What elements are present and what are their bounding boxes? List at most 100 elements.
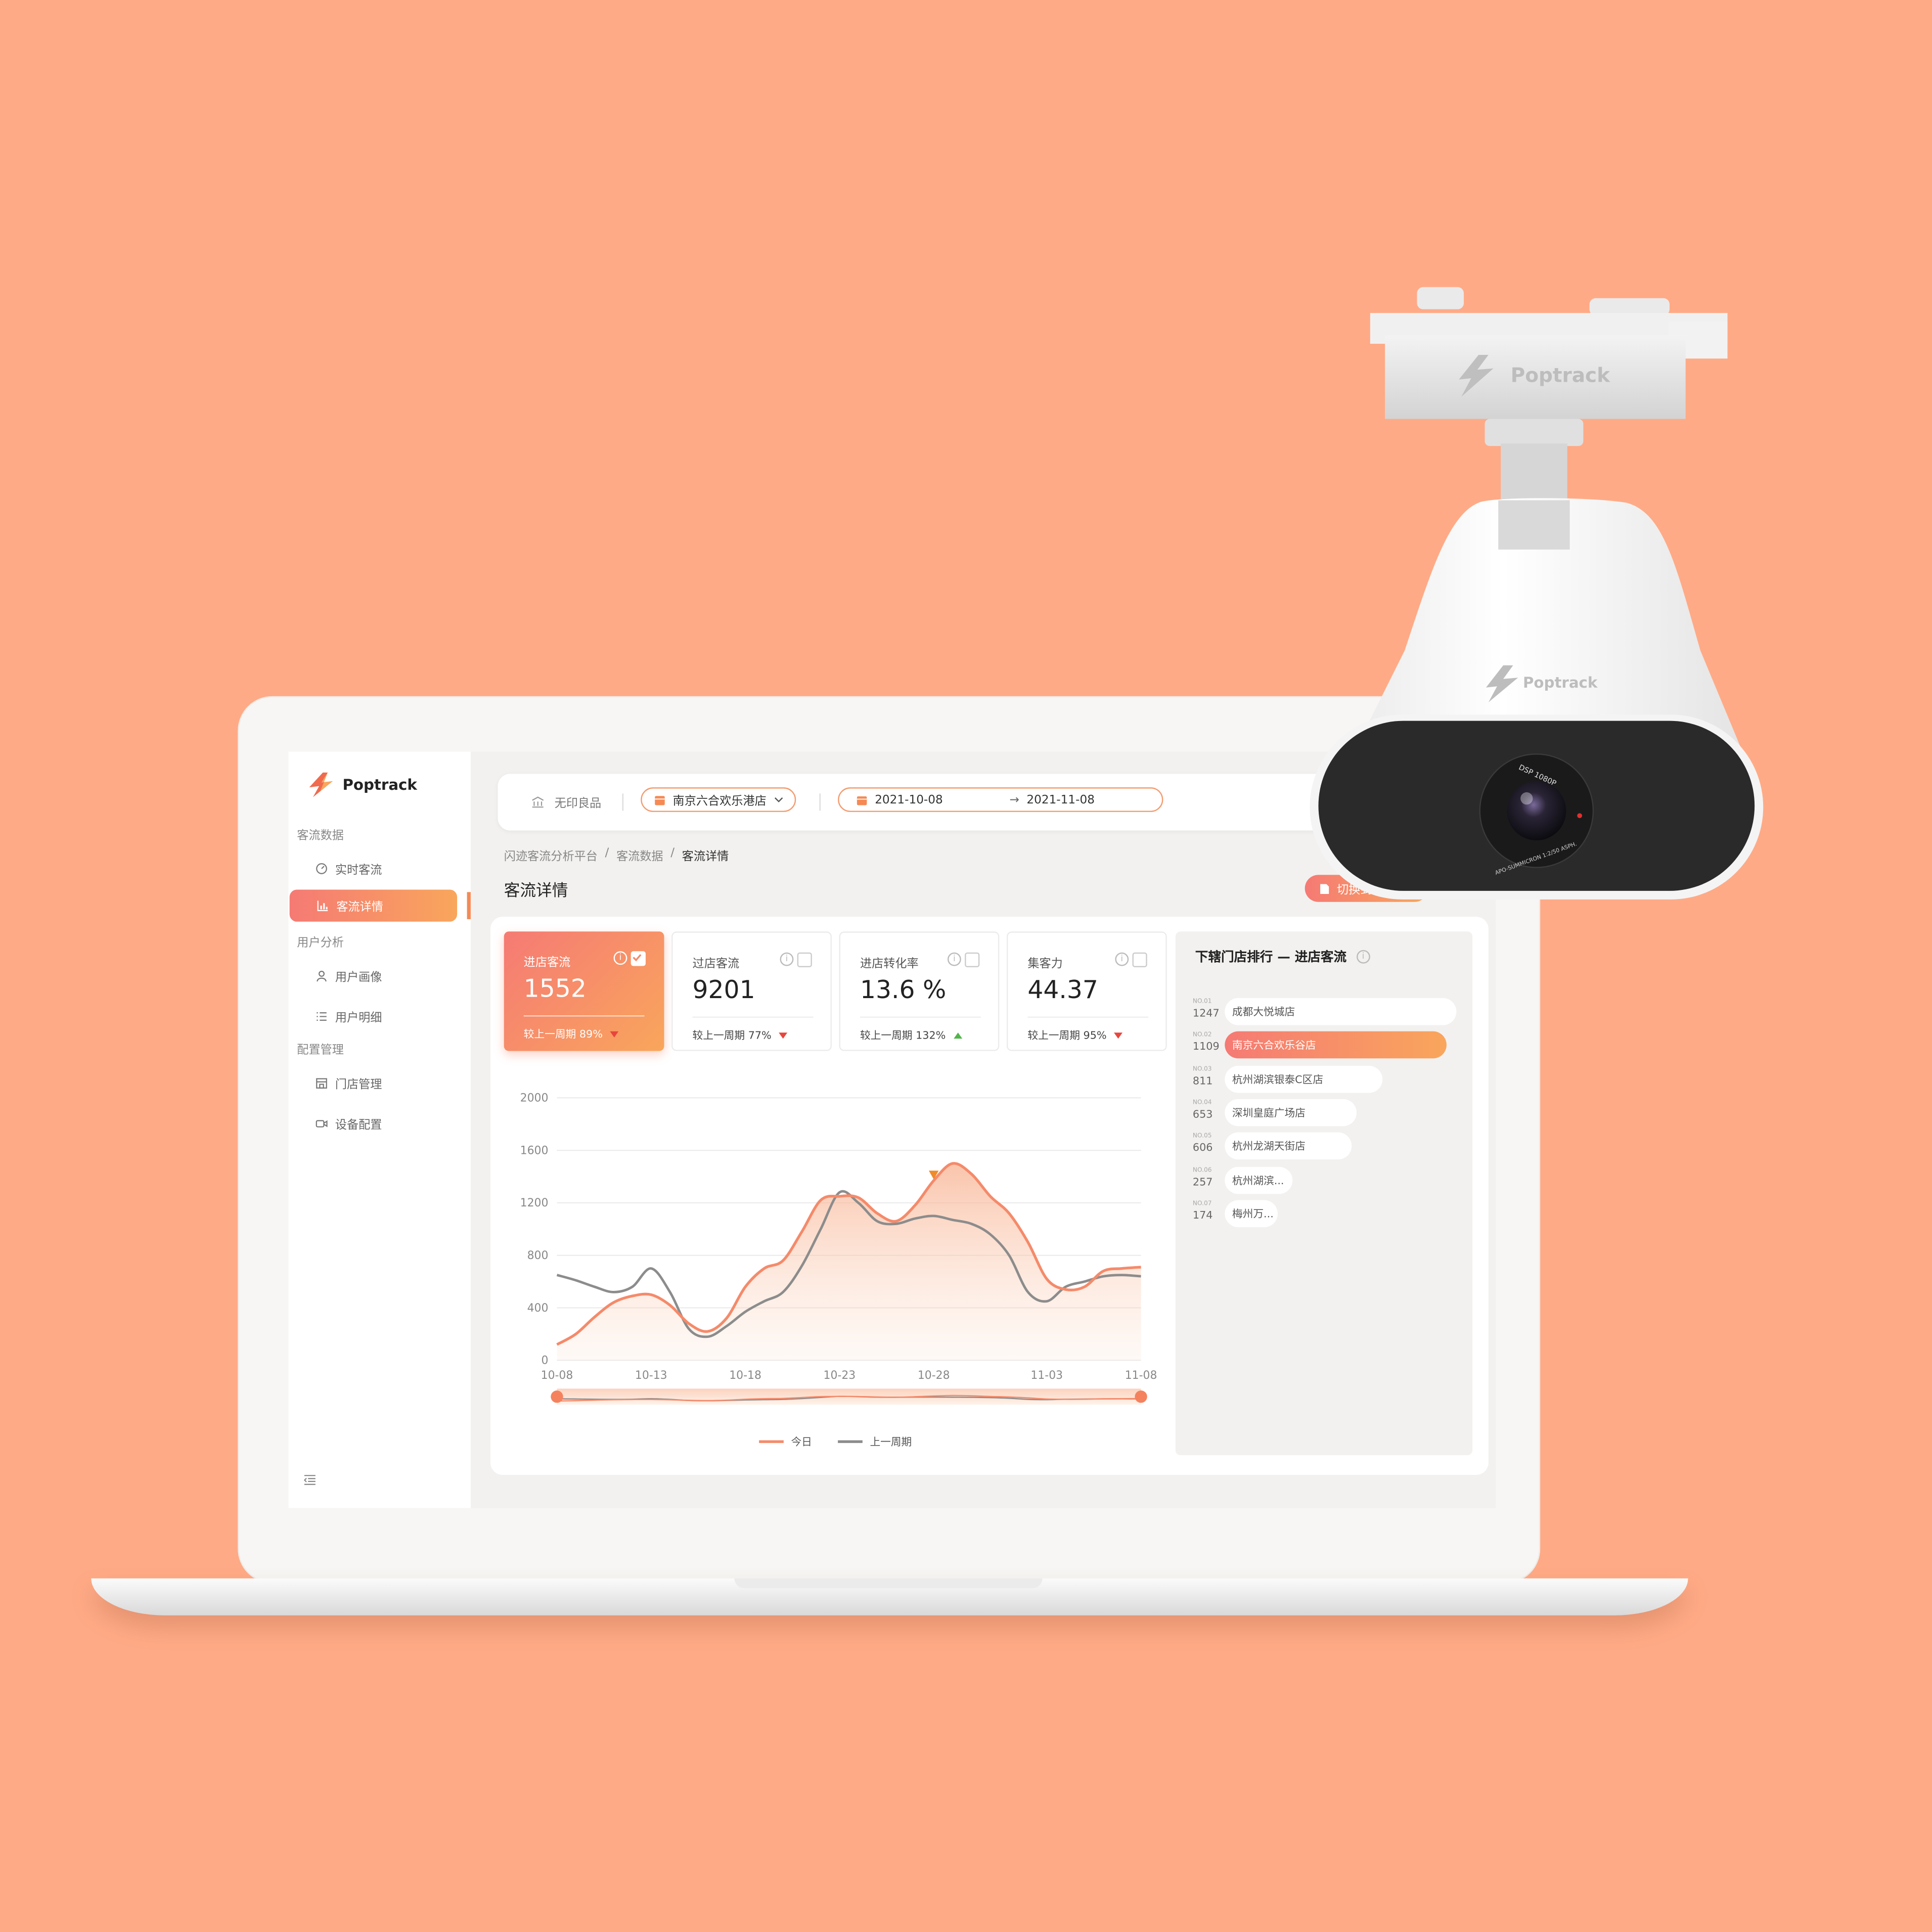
ranking-row[interactable]: NO.06 257 杭州湖滨... [1193,1166,1458,1194]
x-tick-label: 10-13 [635,1369,667,1382]
divider [523,1015,645,1017]
compare-text: 较上一周期 132% [860,1030,946,1043]
breadcrumb-separator: / [670,846,675,860]
laptop-notch [734,1578,1043,1589]
bar-chart-icon [317,901,328,911]
rank-number: NO.06 [1192,1166,1212,1174]
content-panel: 进店客流 i 1552 较上一周期 89% 过店客流 i 9201 较上一周期 … [490,917,1489,1475]
store-icon [316,1078,327,1089]
divider [692,1016,814,1018]
compare-text: 较上一周期 77% [692,1030,772,1043]
x-tick-label: 10-23 [824,1369,856,1382]
mount-knob [1589,298,1670,316]
sidebar-item-traffic-detail[interactable]: 客流详情 [289,889,458,922]
camera-icon [316,1120,328,1128]
user-icon [317,970,327,982]
body-brand-text: Poptrack [1523,674,1598,691]
zoom-handle-left[interactable] [551,1390,563,1403]
sidebar-item-user-profile[interactable]: 用户画像 [316,967,382,984]
ranking-row[interactable]: NO.01 1247 成都大悦城店 [1193,998,1458,1025]
card-title: 集客力 [1027,957,1063,971]
card-compare: 较上一周期 89% [524,1026,619,1041]
logo-text: Poptrack [342,776,417,794]
calendar-icon [857,795,867,805]
product-mockup: Poptrack 客流数据 实时客流 客流详情 用户分析 用户画像 用户明细 配… [0,0,1932,1932]
y-tick-label: 2000 [520,1092,549,1105]
date-end[interactable]: 2021-11-08 [1026,793,1095,806]
zoom-handle-right[interactable] [1135,1390,1147,1403]
sidebar-item-device-config[interactable]: 设备配置 [316,1115,382,1133]
rank-number: NO.04 [1192,1099,1212,1107]
mount-knob [1417,287,1464,309]
store-selector[interactable]: 南京六合欢乐港店 [641,787,796,812]
active-indicator [467,892,471,919]
metric-card-passby[interactable]: 过店客流 i 9201 较上一周期 77% [671,931,832,1051]
checkbox[interactable] [1132,952,1147,967]
mount-brand-text: Poptrack [1511,364,1611,387]
metric-card-attraction[interactable]: 集客力 i 44.37 较上一周期 95% [1006,931,1167,1051]
rank-value: 653 [1192,1108,1213,1121]
page-title: 客流详情 [504,882,568,901]
trend-down-icon [779,1031,788,1039]
breadcrumb-item-platform[interactable]: 闪迹客流分析平台 [504,846,598,864]
rank-value: 1109 [1192,1041,1220,1054]
rank-store-bar: 南京六合欢乐谷店 [1225,1031,1448,1059]
menu-fold-button[interactable] [303,1474,317,1490]
ranking-title: 下辖门店排行 — 进店客流 i [1195,948,1370,966]
info-icon[interactable]: i [613,951,627,965]
rank-value: 257 [1192,1176,1213,1189]
card-compare: 较上一周期 77% [692,1027,788,1043]
sidebar: Poptrack 客流数据 实时客流 客流详情 用户分析 用户画像 用户明细 配… [288,751,471,1508]
app-logo[interactable]: Poptrack [305,771,417,798]
checkbox[interactable] [965,952,980,967]
info-icon[interactable]: i [1115,952,1129,966]
checkbox-checked[interactable] [631,951,646,966]
sidebar-item-label: 门店管理 [335,1078,382,1092]
rank-store-bar: 深圳皇庭广场店 [1225,1099,1357,1127]
metric-card-conversion[interactable]: 进店转化率 i 13.6 % 较上一周期 132% [839,931,1000,1051]
info-icon[interactable]: i [780,952,794,966]
card-title: 过店客流 [692,957,740,971]
ranking-row[interactable]: NO.05 606 杭州龙湖天街店 [1192,1132,1458,1160]
y-tick-label: 1200 [520,1197,549,1209]
store-ranking-panel: 下辖门店排行 — 进店客流 i NO.01 1247 成都大悦城店 NO.02 1109… [1175,931,1473,1455]
divider [1027,1016,1149,1018]
date-range-picker[interactable]: 2021-10-08 → 2021-11-08 [838,787,1163,812]
info-icon[interactable]: i [947,952,961,966]
sidebar-item-label: 客流详情 [336,901,383,915]
checkbox[interactable] [797,952,812,967]
sidebar-item-user-detail[interactable]: 用户明细 [316,1008,382,1025]
trend-down-icon [1114,1031,1123,1039]
sidebar-item-realtime[interactable]: 实时客流 [316,860,382,877]
brand-selector[interactable]: 无印良品 [531,793,601,811]
section-title-traffic: 客流数据 [297,829,344,843]
ranking-row[interactable]: NO.03 811 杭州湖滨银泰C区店 [1193,1065,1458,1093]
divider [860,1016,981,1018]
mount-arm [1498,500,1570,550]
breadcrumb: 闪迹客流分析平台 / 客流数据 / 客流详情 [504,846,729,864]
section-title-users: 用户分析 [297,936,344,950]
sidebar-item-label: 设备配置 [335,1118,382,1133]
card-compare: 较上一周期 95% [1027,1027,1123,1043]
card-value: 9201 [692,974,755,1005]
ranking-row[interactable]: NO.02 1109 南京六合欢乐谷店 [1193,1031,1458,1059]
card-value: 44.37 [1027,974,1098,1005]
sidebar-item-store-mgmt[interactable]: 门店管理 [316,1074,382,1092]
metric-card-entry[interactable]: 进店客流 i 1552 较上一周期 89% [504,931,664,1051]
info-icon[interactable]: i [1356,950,1370,964]
ranking-row[interactable]: NO.07 174 梅州万... [1193,1200,1458,1227]
breadcrumb-item-traffic[interactable]: 客流数据 [616,846,663,864]
ranking-row[interactable]: NO.04 653 深圳皇庭广场店 [1192,1099,1458,1127]
card-value: 13.6 % [860,974,947,1005]
rank-value: 606 [1192,1142,1213,1155]
compare-text: 较上一周期 95% [1027,1030,1107,1043]
rank-number: NO.03 [1192,1065,1212,1073]
legend-label: 上一周期 [870,1435,912,1446]
traffic-chart-svg: 0 400 800 1200 1600 2000 10-08 10-13 10-18 10-23… [520,1092,1157,1448]
rank-number: NO.01 [1192,998,1212,1006]
card-value: 1552 [523,973,587,1003]
section-title-config: 配置管理 [297,1044,344,1057]
date-start[interactable]: 2021-10-08 [875,793,943,806]
y-tick-label: 1600 [520,1144,549,1157]
trend-up-icon [953,1031,962,1039]
